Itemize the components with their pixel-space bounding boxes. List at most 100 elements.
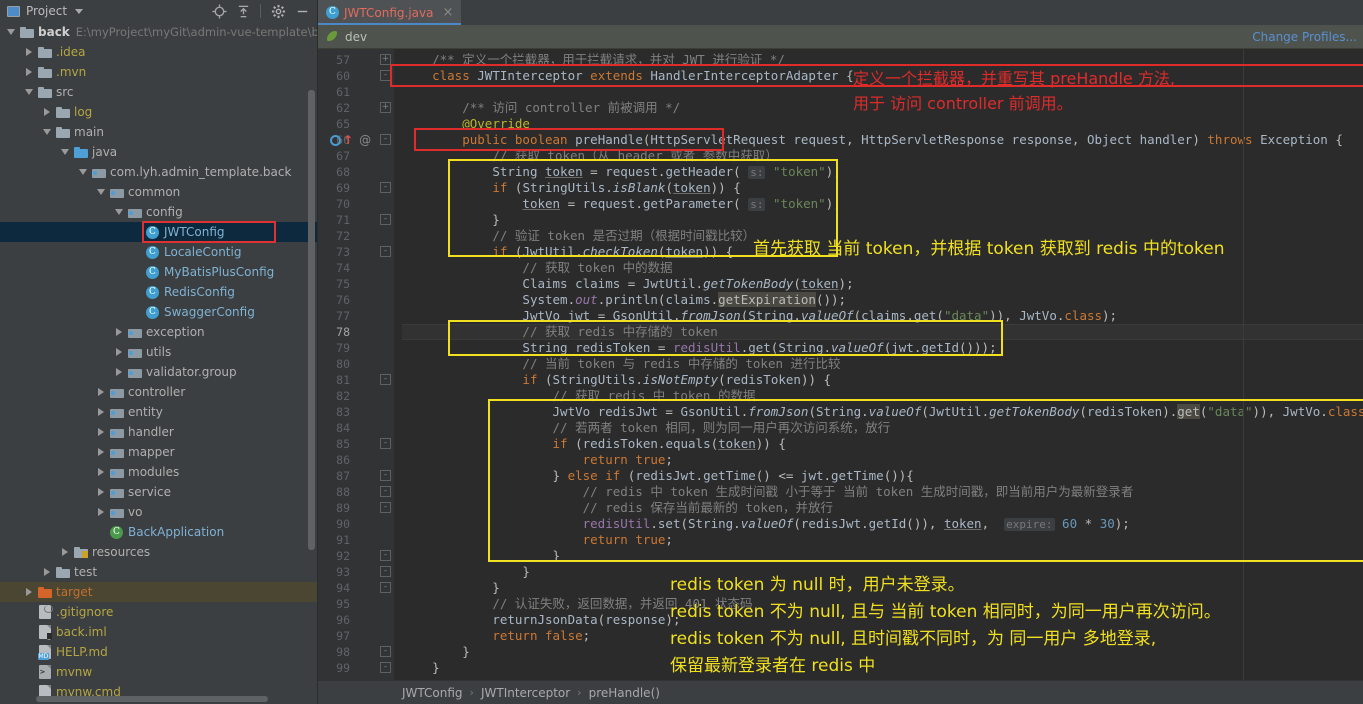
tree-expand-toggle[interactable] bbox=[22, 622, 36, 642]
tree-node-src[interactable]: src bbox=[0, 82, 317, 102]
code-line[interactable]: } bbox=[402, 660, 440, 676]
tree-node-exception[interactable]: exception bbox=[0, 322, 317, 342]
code-line[interactable]: } else if (redisJwt.getTime() <= jwt.get… bbox=[402, 468, 914, 484]
fold-toggle-icon[interactable]: - bbox=[380, 662, 391, 673]
code-line[interactable]: System.out.println(claims.getExpiration(… bbox=[402, 292, 846, 308]
code-line[interactable]: // 当前 token 与 redis 中存储的 token 进行比较 bbox=[402, 356, 840, 372]
code-line[interactable]: } bbox=[402, 548, 561, 564]
tree-node-target[interactable]: target bbox=[0, 582, 317, 602]
gutter-markers[interactable]: ↑ @ bbox=[330, 133, 371, 147]
tree-node-backapplication[interactable]: C BackApplication bbox=[0, 522, 317, 542]
change-profiles-link[interactable]: Change Profiles... bbox=[1252, 30, 1357, 44]
code-line[interactable]: // 获取 token 中的数据 bbox=[402, 260, 672, 276]
tree-expand-toggle[interactable] bbox=[94, 182, 108, 202]
tree-node-utils[interactable]: utils bbox=[0, 342, 317, 362]
fold-toggle-icon[interactable]: - bbox=[380, 550, 391, 561]
code-line[interactable]: if (redisToken.equals(token)) { bbox=[402, 436, 786, 452]
code-line[interactable]: returnJsonData(response); bbox=[402, 612, 680, 628]
tree-node-service[interactable]: service bbox=[0, 482, 317, 502]
tree-expand-toggle[interactable] bbox=[94, 382, 108, 402]
tree-node-mybatisplusconfig[interactable]: C MyBatisPlusConfig bbox=[0, 262, 317, 282]
chevron-right-icon[interactable] bbox=[44, 108, 50, 116]
chevron-right-icon[interactable] bbox=[62, 548, 68, 556]
gear-icon[interactable] bbox=[267, 1, 289, 21]
code-line[interactable]: return false; bbox=[402, 628, 590, 644]
tree-node-resources[interactable]: resources bbox=[0, 542, 317, 562]
tree-node-swaggerconfig[interactable]: C SwaggerConfig bbox=[0, 302, 317, 322]
code-line[interactable]: // 验证 token 是否过期（根据时间戳比较） bbox=[402, 228, 755, 244]
breadcrumb-item[interactable]: JWTInterceptor bbox=[481, 686, 570, 700]
breadcrumb-item[interactable]: preHandle() bbox=[589, 686, 660, 700]
code-line[interactable]: // 获取 redis 中存储的 token bbox=[402, 324, 717, 340]
chevron-down-icon[interactable] bbox=[7, 29, 15, 35]
code-line[interactable]: // redis 中 token 生成时间戳 小于等于 当前 token 生成时… bbox=[402, 484, 1134, 500]
fold-toggle-icon[interactable]: - bbox=[380, 214, 391, 225]
tree-expand-toggle[interactable] bbox=[22, 62, 36, 82]
override-method-icon[interactable] bbox=[330, 134, 341, 146]
chevron-right-icon[interactable] bbox=[116, 348, 122, 356]
code-line[interactable]: public boolean preHandle(HttpServletRequ… bbox=[402, 132, 1343, 148]
code-line[interactable]: redisUtil.set(String.valueOf(redisJwt.ge… bbox=[402, 516, 1130, 532]
tree-expand-toggle[interactable] bbox=[94, 482, 108, 502]
tree-expand-toggle[interactable] bbox=[22, 602, 36, 622]
code-line[interactable]: class JWTInterceptor extends HandlerInte… bbox=[402, 68, 854, 84]
tree-node-log[interactable]: log bbox=[0, 102, 317, 122]
tree-expand-toggle[interactable] bbox=[130, 282, 144, 302]
code-line[interactable]: /** 访问 controller 前被调用 */ bbox=[402, 100, 680, 116]
code-line[interactable]: String redisToken = redisUtil.get(String… bbox=[402, 340, 996, 356]
code-line[interactable]: } bbox=[402, 564, 530, 580]
chevron-down-icon[interactable] bbox=[25, 89, 33, 95]
tree-expand-toggle[interactable] bbox=[94, 442, 108, 462]
code-editor[interactable]: 57 +60-61 62 +65 66-67 68 69-70 71-72 73-74 75 76 7… bbox=[318, 49, 1363, 680]
chevron-right-icon[interactable] bbox=[98, 488, 104, 496]
locate-icon[interactable] bbox=[208, 1, 230, 21]
code-line[interactable]: // 若两者 token 相同，则为同一用户再次访问系统，放行 bbox=[402, 420, 891, 436]
tree-expand-toggle[interactable] bbox=[130, 302, 144, 322]
tree-expand-toggle[interactable] bbox=[94, 422, 108, 442]
project-tree[interactable]: back E:\myProject\myGit\admin-vue-templat… bbox=[0, 22, 317, 704]
tree-node--idea[interactable]: .idea bbox=[0, 42, 317, 62]
tree-node-help-md[interactable]: MD HELP.md bbox=[0, 642, 317, 662]
chevron-down-icon[interactable] bbox=[61, 149, 69, 155]
tree-node-handler[interactable]: handler bbox=[0, 422, 317, 442]
tree-expand-toggle[interactable] bbox=[58, 542, 72, 562]
tree-node-common[interactable]: common bbox=[0, 182, 317, 202]
tree-node-localecontig[interactable]: C LocaleContig bbox=[0, 242, 317, 262]
fold-toggle-icon[interactable]: - bbox=[380, 70, 391, 81]
fold-toggle-icon[interactable]: - bbox=[380, 502, 391, 513]
chevron-down-icon[interactable] bbox=[115, 209, 123, 215]
chevron-right-icon[interactable] bbox=[98, 448, 104, 456]
breadcrumb[interactable]: JWTConfig › JWTInterceptor › preHandle() bbox=[318, 680, 1363, 704]
tree-expand-toggle[interactable] bbox=[58, 142, 72, 162]
tree-node-controller[interactable]: controller bbox=[0, 382, 317, 402]
code-line[interactable]: JwtVo redisJwt = GsonUtil.fromJson(Strin… bbox=[402, 404, 1363, 420]
editor-gutter[interactable]: 57 +60-61 62 +65 66-67 68 69-70 71-72 73-74 75 76 7… bbox=[318, 49, 394, 680]
tree-expand-toggle[interactable] bbox=[40, 102, 54, 122]
chevron-down-icon[interactable] bbox=[43, 129, 51, 135]
code-line[interactable]: /** 定义一个拦截器，用于拦截请求，并对 JWT 进行验证 */ bbox=[402, 52, 785, 68]
annotation-icon[interactable]: @ bbox=[359, 133, 371, 147]
tree-node-com-lyh-admin-template-back[interactable]: com.lyh.admin_template.back bbox=[0, 162, 317, 182]
implement-arrow-icon[interactable]: ↑ bbox=[343, 134, 353, 146]
code-line[interactable]: } bbox=[402, 644, 470, 660]
chevron-down-icon[interactable] bbox=[79, 169, 87, 175]
tree-node-back[interactable]: back E:\myProject\myGit\admin-vue-templat… bbox=[0, 22, 317, 42]
tree-expand-toggle[interactable] bbox=[22, 682, 36, 702]
tab-jwtconfig-java[interactable]: C JWTConfig.java × bbox=[318, 0, 462, 25]
chevron-down-icon[interactable] bbox=[97, 189, 105, 195]
code-line[interactable]: return true; bbox=[402, 452, 673, 468]
fold-toggle-icon[interactable]: - bbox=[380, 566, 391, 577]
chevron-right-icon[interactable] bbox=[98, 468, 104, 476]
fold-toggle-icon[interactable]: - bbox=[380, 470, 391, 481]
code-line[interactable]: JwtVo jwt = GsonUtil.fromJson(String.val… bbox=[402, 308, 1117, 324]
fold-toggle-icon[interactable]: - bbox=[380, 486, 391, 497]
tree-node-mapper[interactable]: mapper bbox=[0, 442, 317, 462]
tree-node-vo[interactable]: vo bbox=[0, 502, 317, 522]
code-line[interactable]: } bbox=[402, 580, 500, 596]
tree-expand-toggle[interactable] bbox=[94, 402, 108, 422]
tree-node-test[interactable]: test bbox=[0, 562, 317, 582]
code-line[interactable]: String token = request.getHeader( s: "to… bbox=[402, 164, 841, 180]
tree-expand-toggle[interactable] bbox=[112, 342, 126, 362]
tree-node-validator-group[interactable]: validator.group bbox=[0, 362, 317, 382]
breadcrumb-item[interactable]: JWTConfig bbox=[402, 686, 463, 700]
